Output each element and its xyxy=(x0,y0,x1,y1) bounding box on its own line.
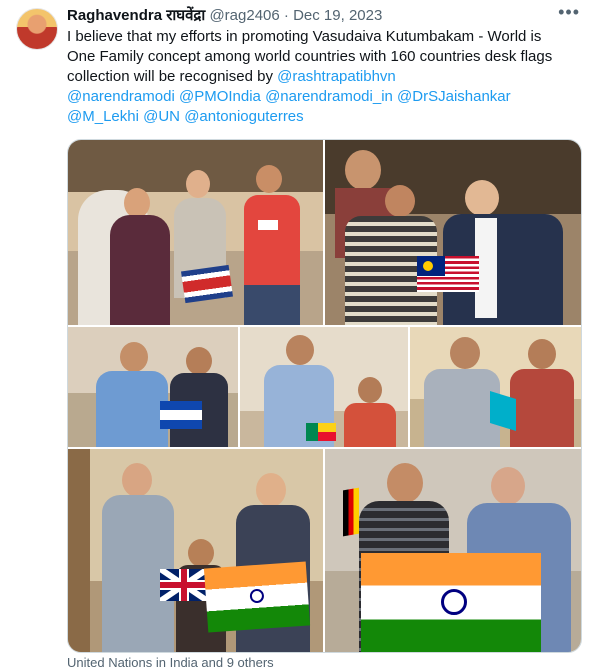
el-salvador-flag xyxy=(160,401,202,429)
germany-flag xyxy=(343,487,359,537)
photo-3[interactable] xyxy=(68,327,238,447)
costa-rica-flag xyxy=(181,264,233,304)
photo-5[interactable] xyxy=(410,327,581,447)
tweet-header: Raghavendra राघवेंद्रा @rag2406 · Dec 19… xyxy=(67,5,382,25)
mention-link[interactable]: @rashtrapatibhvn xyxy=(277,68,396,85)
malaysia-flag xyxy=(417,256,479,292)
tagged-people[interactable]: United Nations in India and 9 others xyxy=(67,655,274,670)
mention-link[interactable]: @PMOIndia xyxy=(179,88,261,105)
tweet-text: I believe that my efforts in promoting V… xyxy=(67,27,582,127)
date-separator: · xyxy=(283,7,289,24)
mention-link[interactable]: @M_Lekhi xyxy=(67,108,139,125)
author-avatar[interactable] xyxy=(16,8,58,50)
author-handle[interactable]: @rag2406 xyxy=(209,7,279,24)
uk-flag xyxy=(160,569,208,601)
mention-link[interactable]: @antonioguterres xyxy=(184,108,303,125)
tweet-text-line: I believe that my efforts in promoting V… xyxy=(67,28,542,45)
mention-link[interactable]: @narendramodi_in xyxy=(265,88,393,105)
mention-link[interactable]: @narendramodi xyxy=(67,88,175,105)
tweet-text-line: @M_Lekhi @UN @antonioguterres xyxy=(67,107,582,127)
tweet-text-line: One Family concept among world countries… xyxy=(67,48,553,65)
benin-flag xyxy=(306,423,336,441)
photo-6[interactable] xyxy=(68,449,323,652)
photo-2[interactable] xyxy=(325,140,581,325)
photo-7[interactable] xyxy=(325,449,581,652)
photo-1[interactable] xyxy=(68,140,323,325)
photo-4[interactable] xyxy=(240,327,408,447)
mention-link[interactable]: @DrSJaishankar xyxy=(397,88,511,105)
tweet-date[interactable]: Dec 19, 2023 xyxy=(293,7,382,24)
tweet-text-line: collection will be recognised by @rashtr… xyxy=(67,67,582,87)
mention-link[interactable]: @UN xyxy=(143,108,180,125)
tweet-text-line: @narendramodi @PMOIndia @narendramodi_in… xyxy=(67,87,582,107)
tweet-text-segment: collection will be recognised by xyxy=(67,68,278,85)
india-flag xyxy=(361,553,541,652)
more-horizontal-icon[interactable]: ••• xyxy=(558,2,580,23)
india-flag xyxy=(203,561,311,633)
author-display-name[interactable]: Raghavendra राघवेंद्रा xyxy=(67,7,205,24)
photo-collage[interactable] xyxy=(67,139,582,653)
